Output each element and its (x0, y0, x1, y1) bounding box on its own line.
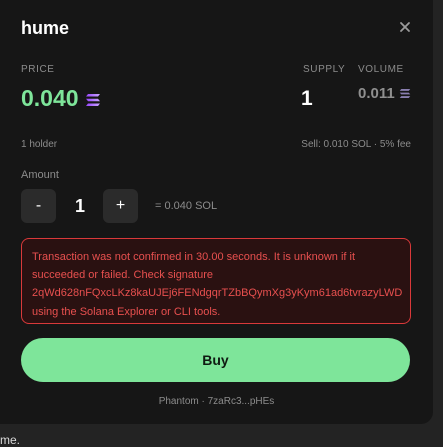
supply-value: 1 (301, 87, 313, 110)
price-value-group: 0.040 (21, 85, 101, 113)
error-message: Transaction was not confirmed in 30.00 s… (32, 251, 403, 318)
error-alert: Transaction was not confirmed in 30.00 s… (21, 238, 411, 324)
volume-label: VOLUME (358, 64, 404, 75)
modal-title: hume (21, 18, 70, 38)
increment-button[interactable]: + (103, 189, 138, 223)
sol-equivalent: = 0.040 SOL (155, 200, 218, 212)
amount-label: Amount (21, 169, 59, 181)
buy-modal: hume PRICE 0.040 SUPPLY 1 VOLUME 0.011 1… (0, 0, 433, 424)
solana-icon (85, 86, 101, 113)
decrement-button[interactable]: - (21, 189, 56, 223)
wallet-address: Phantom · 7zaRc3...pHEs (158, 396, 275, 407)
close-icon[interactable] (396, 18, 414, 36)
volume-value-group: 0.011 (358, 85, 411, 103)
quantity-value[interactable]: 1 (64, 196, 96, 217)
buy-button[interactable]: Buy (21, 338, 410, 382)
supply-label: SUPPLY (303, 64, 346, 75)
holder-count: 1 holder (21, 139, 58, 150)
volume-value: 0.011 (358, 85, 395, 102)
price-value: 0.040 (21, 85, 79, 111)
sell-info: Sell: 0.010 SOL · 5% fee (301, 139, 411, 150)
price-label: PRICE (21, 64, 55, 75)
solana-icon (399, 86, 411, 103)
